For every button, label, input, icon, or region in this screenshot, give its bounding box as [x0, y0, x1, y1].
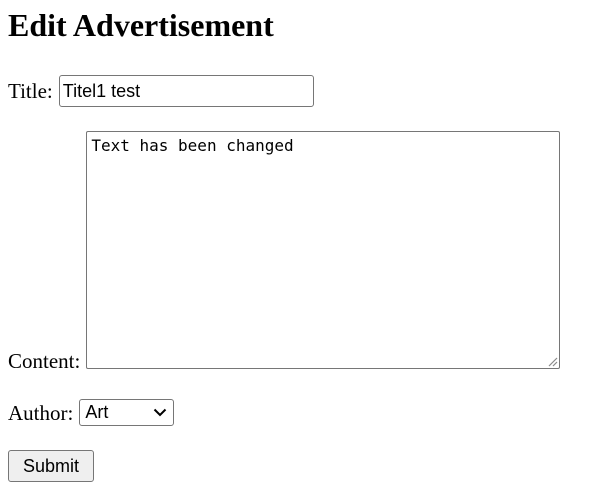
content-row: Content: Text has been changed	[8, 131, 561, 373]
author-selected-value: Art	[85, 402, 109, 422]
title-row: Title:	[8, 75, 314, 107]
submit-button[interactable]: Submit	[8, 450, 94, 482]
title-label: Title:	[8, 79, 53, 103]
author-row: Author: Art	[8, 399, 175, 426]
title-input[interactable]	[58, 75, 314, 107]
page-title: Edit Advertisement	[8, 7, 274, 43]
chevron-down-icon	[154, 408, 167, 417]
author-select[interactable]: Art	[79, 399, 175, 426]
submit-button-label: Submit	[22, 455, 80, 476]
submit-row: Submit	[8, 450, 94, 482]
author-label: Author:	[8, 400, 74, 425]
content-label: Content:	[8, 349, 81, 373]
content-textarea[interactable]: Text has been changed	[86, 131, 561, 369]
resize-grip-icon[interactable]	[546, 355, 558, 367]
content-text: Text has been changed	[91, 136, 294, 155]
